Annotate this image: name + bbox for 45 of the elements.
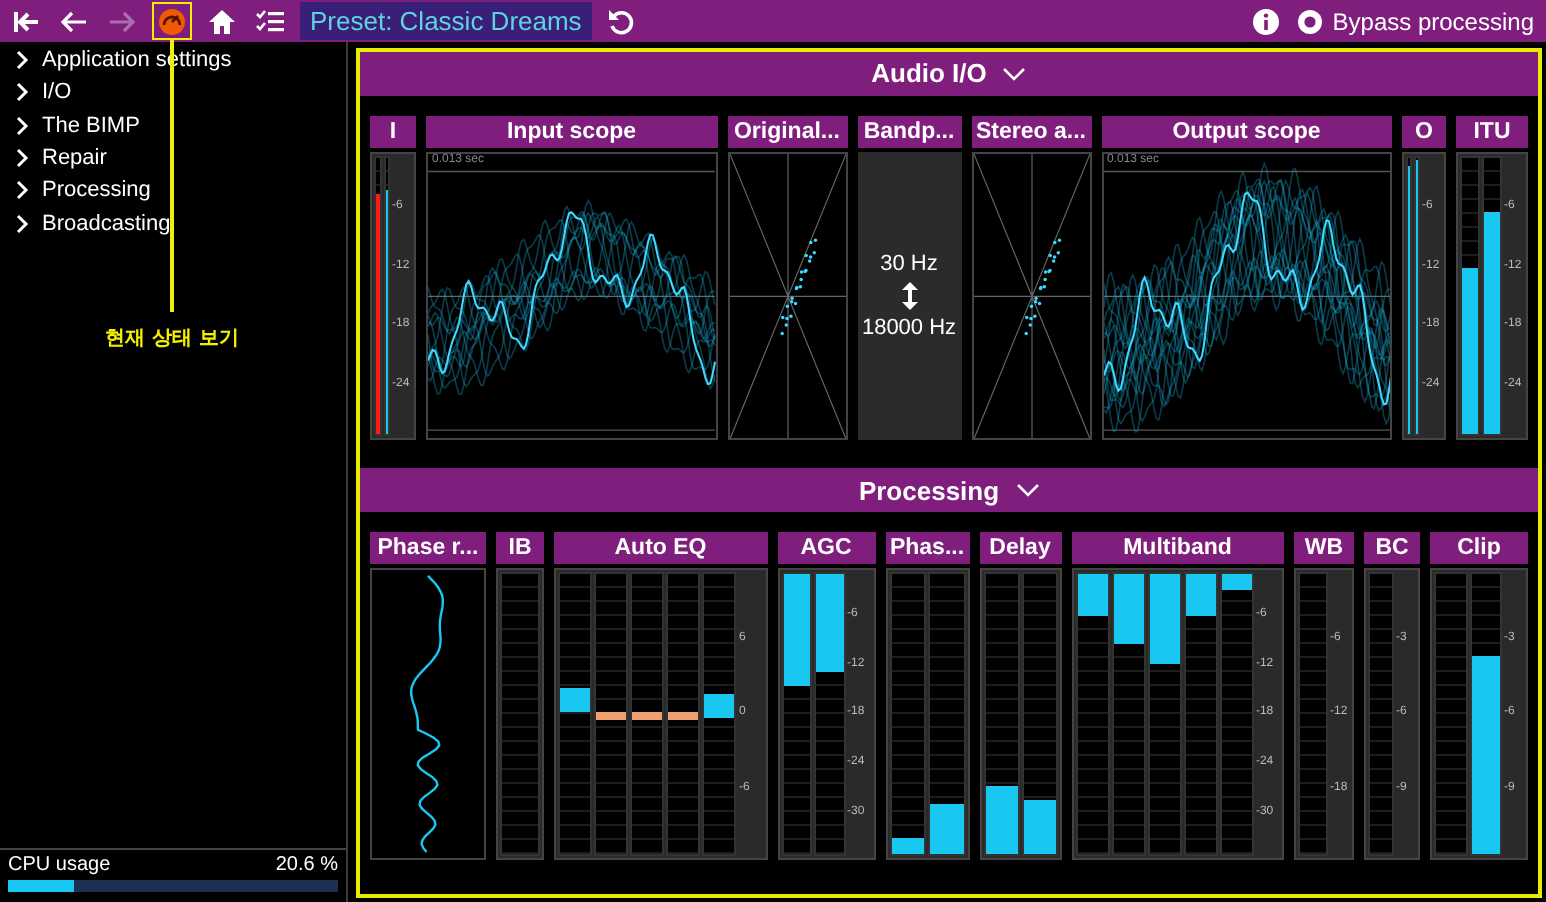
chevron-down-icon xyxy=(1002,65,1027,82)
cpu-label: CPU usage xyxy=(8,854,111,876)
panel-title: AGC xyxy=(777,531,875,564)
panel-title: Output scope xyxy=(1101,115,1392,148)
section-header[interactable]: Processing xyxy=(360,468,1538,512)
vertical-double-arrow-icon xyxy=(899,279,919,312)
info-icon xyxy=(1250,5,1283,37)
panel-title: Input scope xyxy=(426,115,717,148)
chevron-down-icon xyxy=(1015,482,1040,499)
sidebar-item[interactable]: The BIMP xyxy=(0,109,346,142)
panel-title: Phase r... xyxy=(370,531,486,564)
panel-title: Bandp... xyxy=(857,115,961,148)
stereo-dots-drawing xyxy=(1023,238,1061,335)
sidebar-item[interactable]: Broadcasting xyxy=(0,206,346,240)
cpu-value: 20.6 % xyxy=(275,854,338,876)
sidebar-item[interactable]: I/O xyxy=(0,76,346,110)
sidebar-item[interactable]: Repair xyxy=(0,141,346,175)
bypass-label[interactable]: Bypass processing xyxy=(1332,7,1534,35)
section-title: Processing xyxy=(858,475,1000,506)
panel-title: I xyxy=(370,115,416,148)
stereo-dots-drawing xyxy=(779,238,817,335)
section-header[interactable]: Audio I/O xyxy=(360,52,1538,96)
sidebar-item[interactable]: Processing xyxy=(0,174,346,207)
undo-icon xyxy=(605,5,638,37)
panel-title: BC xyxy=(1364,531,1420,564)
frequency-label: 18000 Hz xyxy=(861,315,957,340)
panel-title: IB xyxy=(496,531,544,564)
panel-title: WB xyxy=(1294,531,1354,564)
panel-title: Clip xyxy=(1430,531,1528,564)
checklist-icon xyxy=(254,5,286,37)
panel-title: Multiband xyxy=(1071,531,1284,564)
section-title: Audio I/O xyxy=(871,58,987,89)
panel-title: Auto EQ xyxy=(554,531,767,564)
panel-title: O xyxy=(1402,115,1446,148)
panel-title: Original... xyxy=(727,115,847,148)
panel-title: ITU xyxy=(1456,115,1528,148)
home-icon xyxy=(206,5,238,37)
panel-title: Phas... xyxy=(885,531,969,564)
radio-button[interactable] xyxy=(1296,7,1325,35)
panel-title: Stereo a... xyxy=(971,115,1091,148)
panel-title: Delay xyxy=(979,531,1061,564)
preset-button[interactable]: Preset: Classic Dreams xyxy=(300,2,592,40)
callout-label: 현재 상태 보기 xyxy=(105,326,239,352)
frequency-label: 30 Hz xyxy=(880,251,938,276)
info-button[interactable] xyxy=(1248,3,1285,39)
